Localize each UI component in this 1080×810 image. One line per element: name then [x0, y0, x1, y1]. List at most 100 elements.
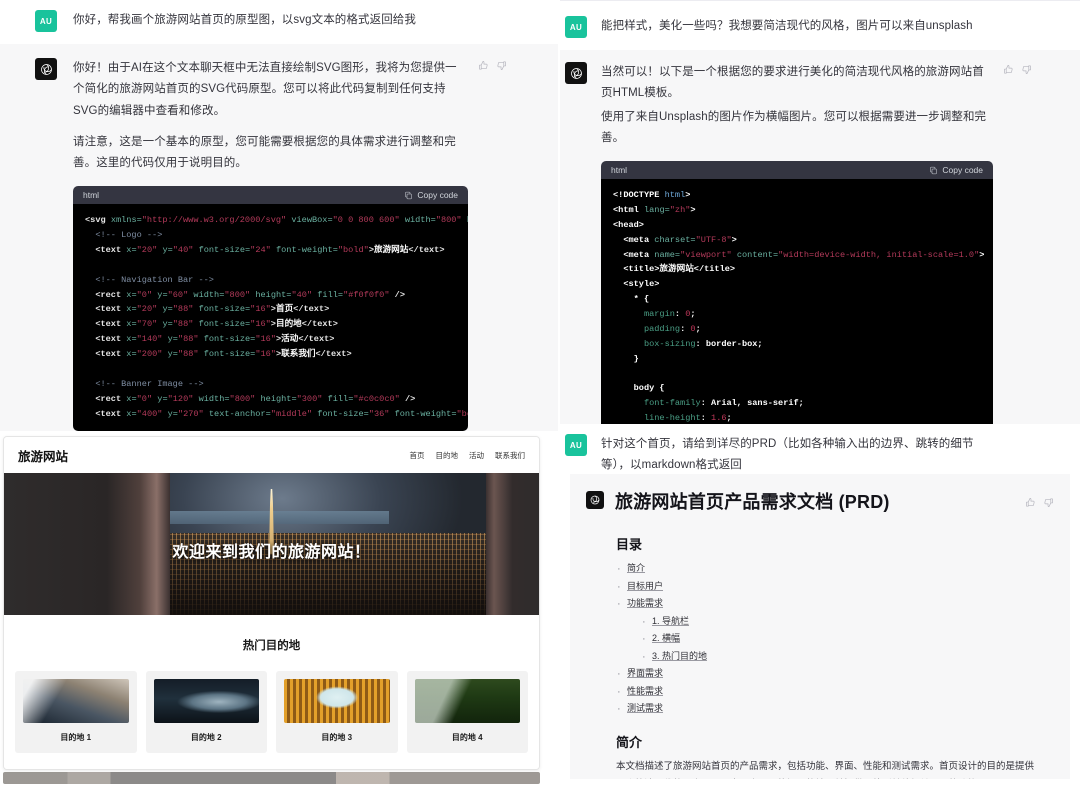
preview-nav-link-destinations[interactable]: 目的地: [436, 450, 459, 461]
toc-link[interactable]: 3. 热门目的地: [652, 651, 707, 661]
destination-card[interactable]: 目的地 3: [276, 671, 398, 753]
toc-item: 性能需求: [616, 682, 1040, 703]
toc-subitem: 2. 横幅: [641, 629, 1040, 650]
thumbs-down-icon[interactable]: [496, 60, 507, 71]
toc-link[interactable]: 界面需求: [627, 668, 663, 678]
preview-banner: 欢迎来到我们的旅游网站！: [4, 473, 539, 615]
prd-title: 旅游网站首页产品需求文档 (PRD): [615, 492, 890, 512]
toc-item: 界面需求: [616, 664, 1040, 685]
copy-icon: [930, 166, 938, 174]
thumbs-up-icon[interactable]: [1003, 64, 1014, 75]
preview-navbar: 旅游网站 首页 目的地 活动 联系我们: [4, 437, 539, 473]
toc-subitem: 3. 热门目的地: [641, 647, 1040, 668]
code-language-label: html: [611, 165, 628, 176]
destination-label: 目的地 3: [321, 733, 353, 742]
destination-label: 目的地 2: [190, 733, 222, 742]
destination-label: 目的地 1: [60, 733, 92, 742]
divider: [560, 0, 1080, 1]
code-block-content: <svg xmlns="http://www.w3.org/2000/svg" …: [73, 204, 468, 432]
destination-card[interactable]: 目的地 2: [145, 671, 267, 753]
message-body: 你好！由于AI在这个文本聊天框中无法直接绘制SVG图形，我将为您提供一个简化的旅…: [73, 58, 478, 432]
feedback-buttons: [1003, 62, 1076, 441]
right-conversation-column: AU 能把样式，美化一些吗？我想要简洁现代的风格，图片可以来自unsplash …: [560, 0, 1080, 810]
message-paragraph: 使用了来自Unsplash的图片作为横幅图片。您可以根据需要进一步调整和完善。: [601, 110, 987, 144]
code-language-label: html: [83, 190, 100, 201]
toc-item: 简介: [616, 559, 1040, 580]
code-block: html Copy code <!DOCTYPE html> <html lang…: [601, 161, 993, 442]
message-text: 能把样式，美化一些吗？我想要简洁现代的风格，图片可以来自unsplash: [601, 20, 973, 32]
website-preview: 旅游网站 首页 目的地 活动 联系我们 欢迎来到我们的旅游网站！ 热门目的地 目…: [3, 436, 540, 770]
prd-body: 目录 简介 目标用户 功能需求 1. 导航栏 2. 横幅 3. 热门目的地 界面…: [570, 520, 1070, 779]
message-paragraph: 你好！由于AI在这个文本聊天框中无法直接绘制SVG图形，我将为您提供一个简化的旅…: [73, 62, 457, 117]
destination-image: [284, 679, 390, 723]
feedback-buttons: [1025, 488, 1054, 508]
openai-logo-icon: [35, 58, 57, 80]
message-body: 当然可以！以下是一个根据您的要求进行美化的简洁现代风格的旅游网站首页HTML模板…: [601, 62, 1003, 442]
message-text: 你好，帮我画个旅游网站首页的原型图，以svg文本的格式返回给我: [73, 14, 416, 26]
message-paragraph: 当然可以！以下是一个根据您的要求进行美化的简洁现代风格的旅游网站首页HTML模板…: [601, 66, 984, 100]
prd-document: 旅游网站首页产品需求文档 (PRD) 目录 简介 目标用户 功能需求: [570, 474, 1070, 779]
preview-nav-link-home[interactable]: 首页: [410, 450, 425, 461]
prd-toc-list: 简介 目标用户 功能需求 1. 导航栏 2. 横幅 3. 热门目的地 界面需求 …: [616, 559, 1040, 720]
copy-code-label: Copy code: [417, 190, 458, 201]
toc-link[interactable]: 性能需求: [627, 686, 663, 696]
code-block-content: <!DOCTYPE html> <html lang="zh"> <head> <m…: [601, 179, 993, 442]
preview-destination-cards: 目的地 1 目的地 2 目的地 3 目的地 4: [4, 671, 539, 769]
left-conversation-column: AU 你好，帮我画个旅游网站首页的原型图，以svg文本的格式返回给我 你好！由于…: [0, 0, 558, 810]
toc-link[interactable]: 2. 横幅: [652, 633, 680, 643]
preview-nav-links: 首页 目的地 活动 联系我们: [410, 450, 526, 461]
avatar: AU: [565, 434, 587, 456]
destination-card[interactable]: 目的地 4: [406, 671, 528, 753]
toc-item: 功能需求 1. 导航栏 2. 横幅 3. 热门目的地: [616, 594, 1040, 668]
preview-logo: 旅游网站: [18, 449, 69, 464]
openai-logo-icon: [565, 62, 587, 84]
message-body: 针对这个首页，请给到详尽的PRD（比如各种输入出的边界、跳转的细节等），以mar…: [601, 434, 1003, 477]
copy-code-button[interactable]: Copy code: [929, 165, 983, 175]
destination-card[interactable]: 目的地 1: [15, 671, 137, 753]
prd-toc-sublist: 1. 导航栏 2. 横幅 3. 热门目的地: [627, 612, 1040, 668]
chat-message-user: AU 你好，帮我画个旅游网站首页的原型图，以svg文本的格式返回给我: [0, 0, 558, 44]
avatar: AU: [565, 16, 587, 38]
message-paragraph: 请注意，这是一个基本的原型，您可能需要根据您的具体需求进行调整和完善。这里的代码…: [73, 135, 456, 170]
code-block: html Copy code <svg xmlns="http://www.w3…: [73, 186, 468, 432]
toc-subitem: 1. 导航栏: [641, 612, 1040, 633]
preview-overflow-strip: [3, 772, 540, 784]
thumbs-down-icon[interactable]: [1043, 497, 1054, 508]
message-text: 针对这个首页，请给到详尽的PRD（比如各种输入出的边界、跳转的细节等），以mar…: [601, 438, 974, 472]
preview-nav-link-activities[interactable]: 活动: [469, 450, 484, 461]
chat-message-assistant: 当然可以！以下是一个根据您的要求进行美化的简洁现代风格的旅游网站首页HTML模板…: [560, 50, 1080, 442]
destination-image: [23, 679, 129, 723]
prd-intro-text: 本文档描述了旅游网站首页的产品需求，包括功能、界面、性能和测试需求。首页设计的目…: [616, 760, 1035, 772]
toc-link[interactable]: 简介: [627, 563, 645, 573]
toc-item: 测试需求: [616, 699, 1040, 720]
destination-image: [414, 679, 520, 723]
chat-message-assistant: 你好！由于AI在这个文本聊天框中无法直接绘制SVG图形，我将为您提供一个简化的旅…: [0, 44, 558, 432]
prd-header: 旅游网站首页产品需求文档 (PRD): [570, 474, 1070, 520]
avatar: AU: [35, 10, 57, 32]
prd-toc-heading: 目录: [616, 537, 643, 552]
copy-code-button[interactable]: Copy code: [404, 190, 458, 200]
screenshot-root: AU 你好，帮我画个旅游网站首页的原型图，以svg文本的格式返回给我 你好！由于…: [0, 0, 1080, 810]
preview-section-title: 热门目的地: [4, 615, 539, 671]
toc-link[interactable]: 1. 导航栏: [652, 616, 689, 626]
toc-item: 目标用户: [616, 577, 1040, 598]
toc-link[interactable]: 测试需求: [627, 703, 663, 713]
copy-icon: [405, 191, 413, 199]
chat-message-user: AU 能把样式，美化一些吗？我想要简洁现代的风格，图片可以来自unsplash: [560, 0, 1080, 50]
prd-intro-heading: 简介: [616, 734, 643, 750]
copy-code-label: Copy code: [942, 165, 983, 176]
thumbs-down-icon[interactable]: [1021, 64, 1032, 75]
toc-link[interactable]: 功能需求: [627, 598, 663, 608]
thumbs-up-icon[interactable]: [1025, 497, 1036, 508]
preview-nav-link-contact[interactable]: 联系我们: [495, 450, 525, 461]
thumbs-up-icon[interactable]: [478, 60, 489, 71]
code-block-header: html Copy code: [73, 186, 468, 205]
toc-link[interactable]: 目标用户: [627, 581, 663, 591]
feedback-buttons: [478, 58, 527, 431]
destination-image: [153, 679, 259, 723]
message-body: 你好，帮我画个旅游网站首页的原型图，以svg文本的格式返回给我: [73, 10, 478, 32]
preview-banner-title: 欢迎来到我们的旅游网站！: [172, 544, 371, 562]
message-body: 能把样式，美化一些吗？我想要简洁现代的风格，图片可以来自unsplash: [601, 16, 1003, 38]
code-block-header: html Copy code: [601, 161, 993, 180]
destination-label: 目的地 4: [451, 733, 483, 742]
